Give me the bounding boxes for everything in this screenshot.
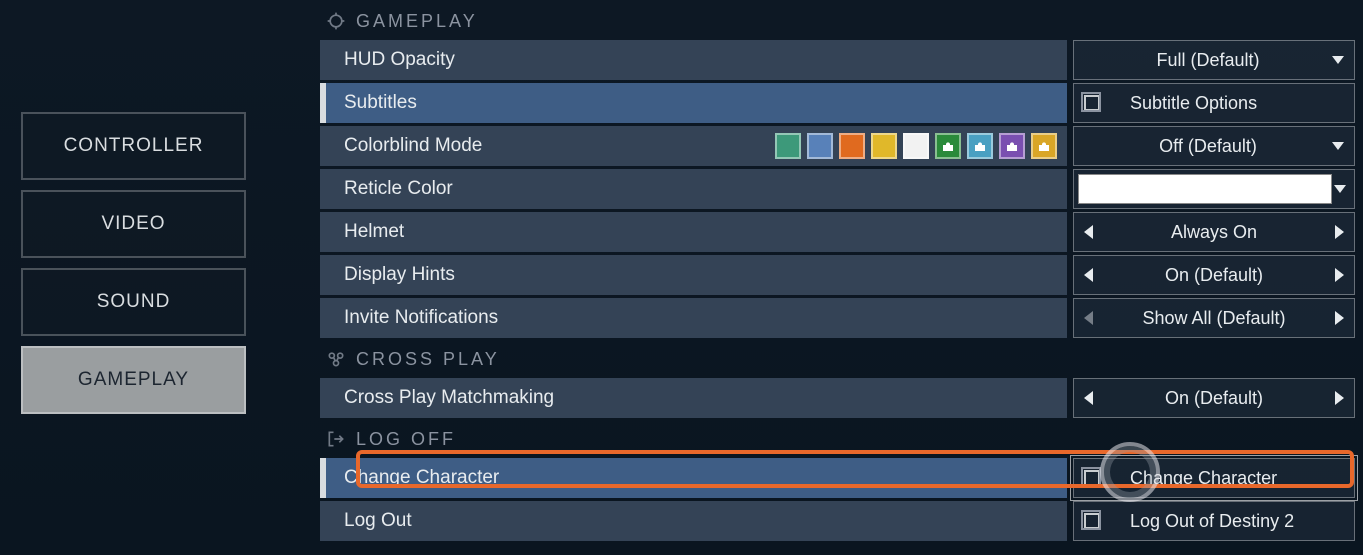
arrow-left-icon xyxy=(1084,391,1093,405)
display-hints-stepper[interactable]: On (Default) xyxy=(1073,255,1355,295)
sidebar-item-gameplay[interactable]: GAMEPLAY xyxy=(21,346,246,414)
color-swatch xyxy=(871,133,897,159)
row-reticle-color: Reticle Color xyxy=(320,169,1355,209)
submenu-icon xyxy=(1084,95,1100,111)
subtitle-options-button[interactable]: Subtitle Options xyxy=(1073,83,1355,123)
row-hud-opacity: HUD Opacity Full (Default) xyxy=(320,40,1355,80)
log-out-button[interactable]: Log Out of Destiny 2 xyxy=(1073,501,1355,541)
section-header-logoff: LOG OFF xyxy=(320,424,1355,454)
row-label: Helmet xyxy=(320,212,1067,252)
row-label: Log Out xyxy=(320,501,1067,541)
arrow-left-icon xyxy=(1084,225,1093,239)
stepper-value: Always On xyxy=(1171,222,1257,243)
chevron-down-icon xyxy=(1332,142,1344,150)
row-crossplay-matchmaking: Cross Play Matchmaking On (Default) xyxy=(320,378,1355,418)
logoff-icon xyxy=(326,429,346,449)
row-label: Display Hints xyxy=(320,255,1067,295)
crossplay-matchmaking-stepper[interactable]: On (Default) xyxy=(1073,378,1355,418)
arrow-right-icon xyxy=(1335,225,1344,239)
row-label: Cross Play Matchmaking xyxy=(320,378,1067,418)
sidebar-item-video[interactable]: VIDEO xyxy=(21,190,246,258)
settings-category-sidebar: CONTROLLER VIDEO SOUND GAMEPLAY xyxy=(21,112,246,414)
chevron-down-icon xyxy=(1332,56,1344,64)
colorblind-dropdown[interactable]: Off (Default) xyxy=(1073,126,1355,166)
row-log-out: Log Out Log Out of Destiny 2 xyxy=(320,501,1355,541)
color-swatch xyxy=(775,133,801,159)
dropdown-value: Off (Default) xyxy=(1084,136,1332,157)
arrow-right-icon xyxy=(1335,311,1344,325)
row-label: Reticle Color xyxy=(320,169,1067,209)
row-change-character: Change Character Change Character xyxy=(320,458,1355,498)
hud-opacity-dropdown[interactable]: Full (Default) xyxy=(1073,40,1355,80)
color-swatch xyxy=(1031,133,1057,159)
color-swatch xyxy=(935,133,961,159)
submenu-label: Log Out of Destiny 2 xyxy=(1130,511,1294,532)
row-subtitles: Subtitles Subtitle Options xyxy=(320,83,1355,123)
stepper-value: On (Default) xyxy=(1165,265,1263,286)
row-display-hints: Display Hints On (Default) xyxy=(320,255,1355,295)
change-character-button[interactable]: Change Character xyxy=(1073,458,1355,498)
row-colorblind-mode: Colorblind Mode Off (Default) xyxy=(320,126,1355,166)
submenu-label: Change Character xyxy=(1130,468,1277,489)
sidebar-item-label: SOUND xyxy=(97,291,171,313)
row-invite-notifications: Invite Notifications Show All (Default) xyxy=(320,298,1355,338)
submenu-icon xyxy=(1084,513,1100,529)
section-header-label: CROSS PLAY xyxy=(356,349,500,370)
color-swatch xyxy=(1078,174,1332,204)
section-header-crossplay: CROSS PLAY xyxy=(320,344,1355,374)
crossplay-icon xyxy=(326,349,346,369)
settings-panel: GAMEPLAY HUD Opacity Full (Default) Subt… xyxy=(320,0,1355,555)
reticle-color-picker[interactable] xyxy=(1073,169,1355,209)
invite-notifications-stepper[interactable]: Show All (Default) xyxy=(1073,298,1355,338)
sidebar-item-label: VIDEO xyxy=(101,213,165,235)
row-label: Colorblind Mode xyxy=(320,126,1067,166)
submenu-label: Subtitle Options xyxy=(1130,93,1257,114)
sidebar-item-sound[interactable]: SOUND xyxy=(21,268,246,336)
row-helmet: Helmet Always On xyxy=(320,212,1355,252)
section-header-label: LOG OFF xyxy=(356,429,456,450)
arrow-left-icon xyxy=(1084,268,1093,282)
arrow-right-icon xyxy=(1335,268,1344,282)
row-label: HUD Opacity xyxy=(320,40,1067,80)
row-label: Subtitles xyxy=(320,83,1067,123)
sidebar-item-controller[interactable]: CONTROLLER xyxy=(21,112,246,180)
color-swatch xyxy=(839,133,865,159)
chevron-down-icon xyxy=(1334,185,1346,193)
color-swatch xyxy=(807,133,833,159)
arrow-right-icon xyxy=(1335,391,1344,405)
section-header-label: GAMEPLAY xyxy=(356,11,478,32)
row-label: Invite Notifications xyxy=(320,298,1067,338)
sidebar-item-label: GAMEPLAY xyxy=(78,369,189,391)
color-swatch xyxy=(999,133,1025,159)
color-swatch xyxy=(967,133,993,159)
crosshair-icon xyxy=(326,11,346,31)
dropdown-value: Full (Default) xyxy=(1084,50,1332,71)
arrow-left-icon xyxy=(1084,311,1093,325)
row-label: Change Character xyxy=(320,458,1067,498)
color-swatch xyxy=(903,133,929,159)
helmet-stepper[interactable]: Always On xyxy=(1073,212,1355,252)
stepper-value: On (Default) xyxy=(1165,388,1263,409)
colorblind-swatches xyxy=(775,133,1057,159)
sidebar-item-label: CONTROLLER xyxy=(64,135,204,157)
stepper-value: Show All (Default) xyxy=(1142,308,1285,329)
submenu-icon xyxy=(1084,470,1100,486)
section-header-gameplay: GAMEPLAY xyxy=(320,6,1355,36)
